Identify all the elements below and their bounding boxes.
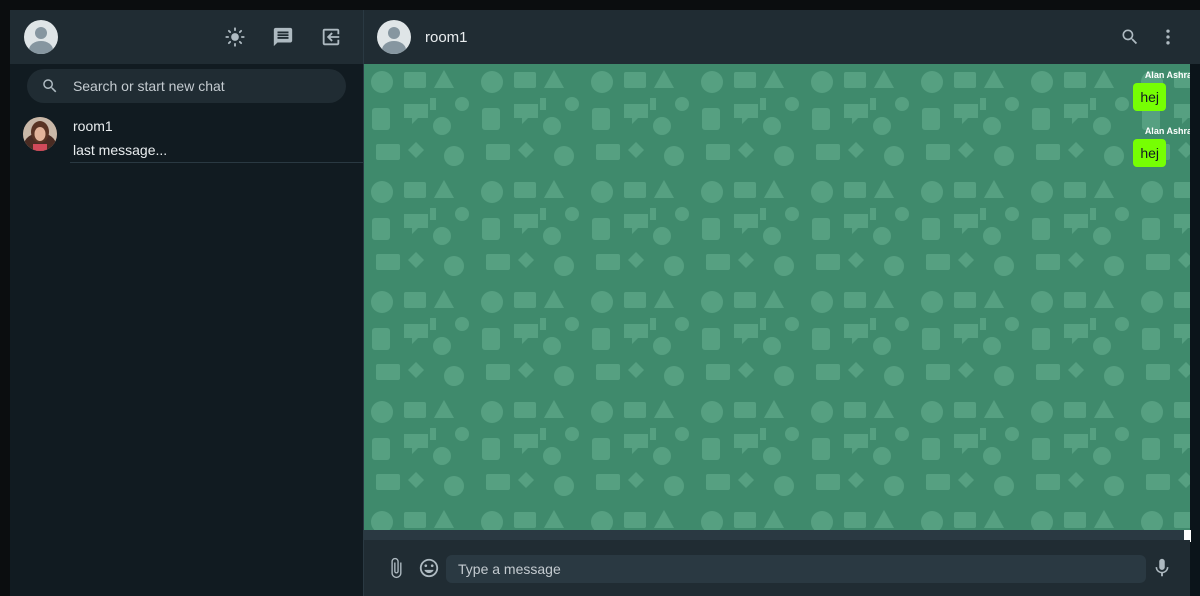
room-avatar[interactable]	[377, 20, 411, 54]
search-icon	[43, 79, 57, 93]
chat-app: room1 last message... room1	[10, 10, 1200, 596]
sidebar-header-actions	[223, 10, 343, 64]
attach-icon[interactable]	[384, 556, 408, 580]
composer	[364, 540, 1190, 596]
message: Alan Ashra hej	[1133, 126, 1190, 167]
message: Alan Ashra hej	[1133, 70, 1190, 111]
message-sender: Alan Ashra	[1144, 70, 1190, 80]
user-avatar[interactable]	[24, 20, 58, 54]
chat-list-item[interactable]: room1 last message...	[10, 109, 363, 174]
emoji-icon[interactable]	[417, 556, 441, 580]
logout-icon[interactable]	[319, 25, 343, 49]
chat-last-message: last message...	[73, 142, 168, 158]
mic-icon[interactable]	[1150, 556, 1174, 580]
sidebar-header	[10, 10, 363, 64]
search-container	[10, 64, 363, 103]
message-area[interactable]: Alan Ashra hej Alan Ashra hej	[364, 64, 1190, 530]
chat-avatar	[23, 117, 57, 151]
chat-info: room1 last message...	[70, 109, 363, 163]
message-sender: Alan Ashra	[1144, 126, 1190, 136]
message-input[interactable]	[446, 555, 1146, 583]
room-title: room1	[425, 29, 468, 46]
chat-header: room1	[364, 10, 1200, 64]
message-bubble[interactable]: hej	[1133, 139, 1166, 167]
message-bubble[interactable]: hej	[1133, 83, 1166, 111]
chat-header-actions	[1118, 10, 1180, 64]
scrollbar-track[interactable]	[364, 530, 1190, 540]
search-input[interactable]	[72, 78, 332, 94]
sun-icon[interactable]	[223, 25, 247, 49]
chat-panel: room1 Alan Ashra hej Alan Ashra hej Type…	[364, 10, 1200, 596]
more-vert-icon[interactable]	[1156, 25, 1180, 49]
search-icon[interactable]	[1118, 25, 1142, 49]
chat-icon[interactable]	[271, 25, 295, 49]
doodle-wallpaper	[364, 64, 1190, 530]
sidebar: room1 last message...	[10, 10, 364, 596]
chat-name: room1	[73, 118, 113, 134]
search-bar[interactable]	[27, 69, 346, 103]
